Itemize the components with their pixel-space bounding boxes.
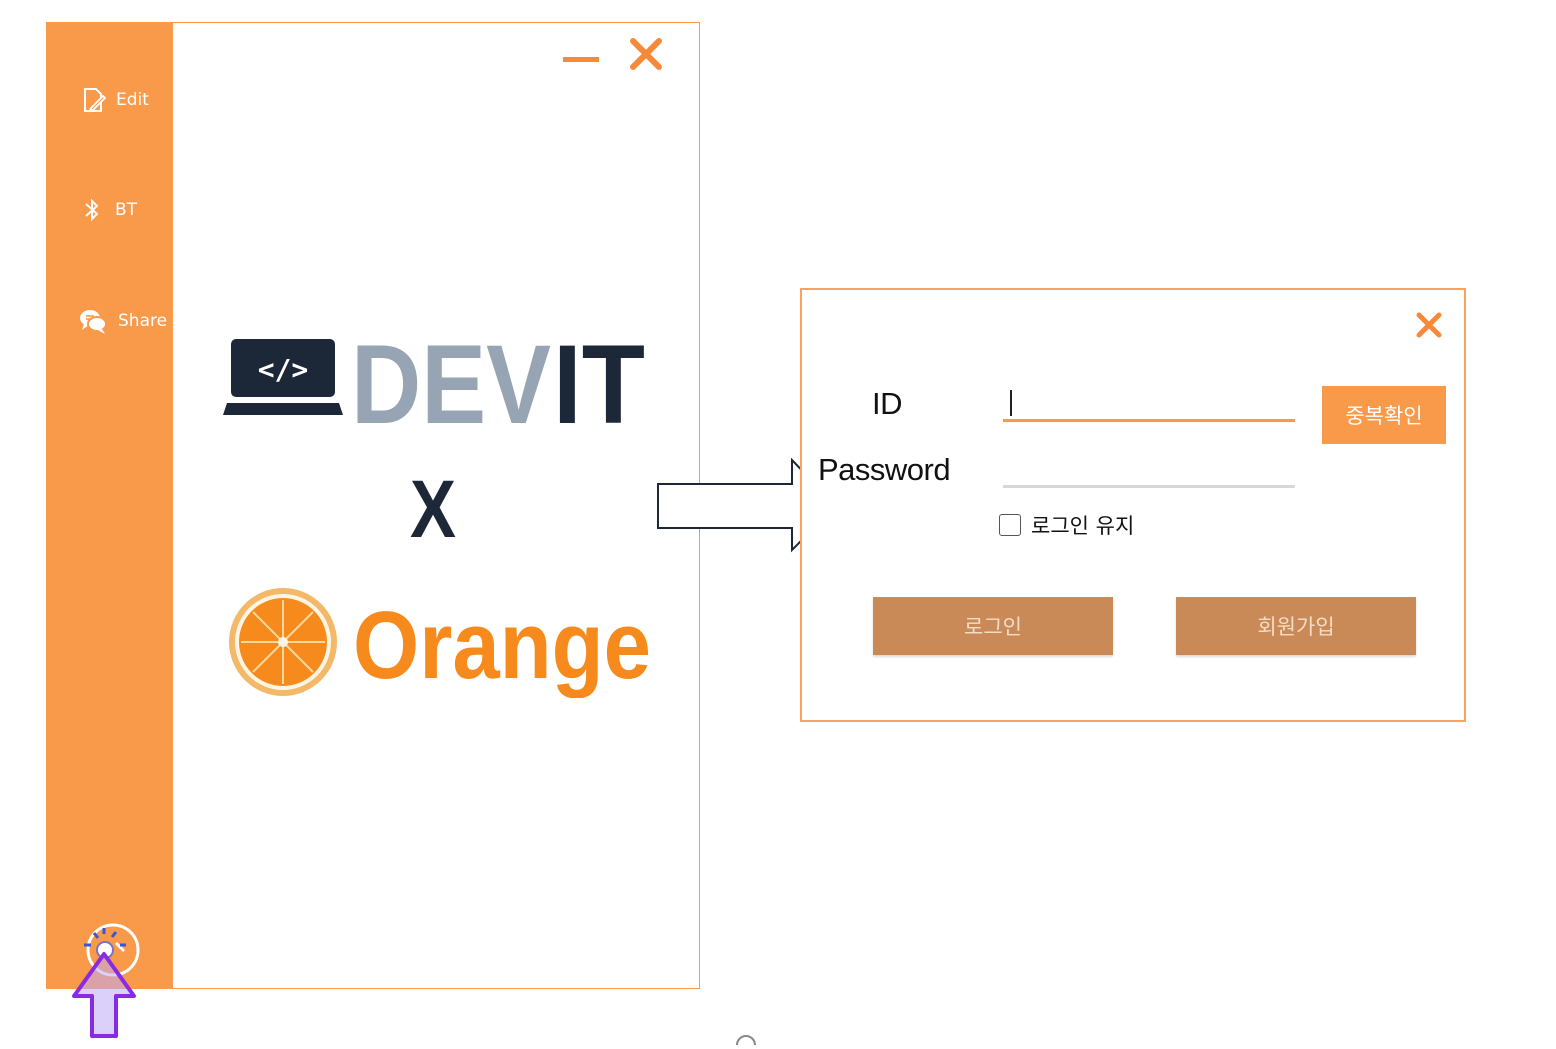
devit-prefix: DEV <box>351 335 551 439</box>
login-dialog: ID 중복확인 Password 로그인 유지 로그인 회원가입 <box>800 288 1466 722</box>
id-label: ID <box>872 386 903 421</box>
login-button[interactable]: 로그인 <box>873 597 1113 655</box>
sidebar-item-bt[interactable]: BT <box>83 196 137 224</box>
signup-button[interactable]: 회원가입 <box>1176 597 1416 655</box>
sidebar-item-label: BT <box>115 200 138 220</box>
chat-share-icon <box>78 307 108 335</box>
edit-icon <box>82 86 106 114</box>
cross-text: X <box>410 471 456 543</box>
sidebar-item-edit[interactable]: Edit <box>82 86 149 114</box>
sidebar-item-share[interactable]: Share <box>78 307 167 335</box>
orange-logo: Orange <box>227 588 657 702</box>
keep-login-option[interactable]: 로그인 유지 <box>999 510 1134 540</box>
partial-glyph <box>734 1030 758 1049</box>
close-icon[interactable] <box>1416 312 1442 342</box>
close-icon[interactable] <box>629 37 663 75</box>
password-input[interactable] <box>1003 448 1295 488</box>
keep-login-label: 로그인 유지 <box>1031 514 1135 538</box>
id-input[interactable] <box>1003 382 1295 422</box>
password-label: Password <box>818 452 951 487</box>
keep-login-checkbox[interactable] <box>999 514 1021 536</box>
orange-slice-icon <box>229 588 337 696</box>
cross-mark: X <box>407 464 459 555</box>
devit-suffix: IT <box>553 335 645 439</box>
text-caret <box>1010 390 1012 416</box>
main-window: Edit BT Share </> DEV IT X Orange <box>46 22 700 989</box>
sidebar: Edit BT Share <box>47 23 173 988</box>
bluetooth-icon <box>83 196 101 224</box>
cursor-icon <box>70 950 138 1044</box>
orange-text: Orange <box>353 592 651 698</box>
devit-logo: </> DEV IT <box>223 322 653 447</box>
duplicate-check-button[interactable]: 중복확인 <box>1322 386 1446 444</box>
sidebar-item-label: Edit <box>116 90 149 110</box>
minimize-icon[interactable] <box>563 49 599 68</box>
sidebar-item-label: Share <box>118 311 168 331</box>
laptop-code-text: </> <box>258 353 309 386</box>
